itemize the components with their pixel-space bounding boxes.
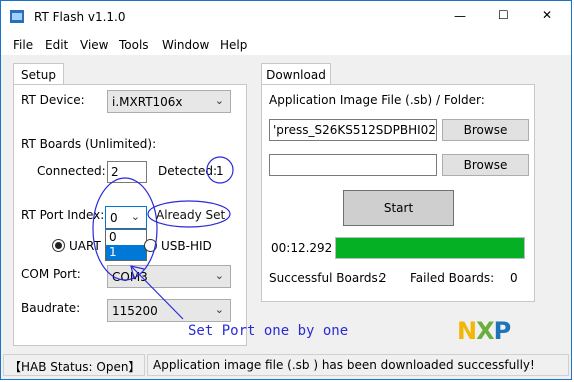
progress-fill — [336, 238, 524, 258]
hab-status: 【HAB Status: Open】 — [3, 354, 145, 376]
failed-value: 0 — [510, 271, 518, 285]
rt-boards-label: RT Boards (Unlimited): — [21, 137, 157, 151]
already-set-annotation: Already Set — [156, 208, 226, 222]
uart-radio[interactable] — [52, 239, 65, 252]
baudrate-value: 115200 — [112, 304, 158, 318]
baudrate-select[interactable]: 115200 ⌄ — [107, 299, 231, 322]
port-index-option[interactable]: 1 — [106, 245, 146, 260]
port-index-select[interactable]: 0 ⌄ — [105, 206, 147, 229]
title-bar: RT Flash v1.1.0 — ☐ ✕ — [1, 1, 571, 33]
port-index-label: RT Port Index: — [21, 208, 105, 222]
tab-setup[interactable]: Setup — [13, 63, 64, 85]
second-path-input[interactable] — [269, 154, 437, 176]
status-message: Application image file (.sb ) has been d… — [147, 354, 569, 376]
chevron-down-icon: ⌄ — [214, 303, 224, 316]
failed-label: Failed Boards: — [410, 271, 495, 285]
successful-label: Successful Boards: — [269, 271, 382, 285]
menu-window[interactable]: Window — [162, 38, 209, 52]
com-port-value: COM3 — [112, 270, 148, 284]
chevron-down-icon: ⌄ — [214, 94, 224, 107]
start-button[interactable]: Start — [343, 190, 454, 226]
app-icon — [10, 10, 24, 23]
close-button[interactable]: ✕ — [542, 8, 552, 22]
port-index-value: 0 — [110, 211, 118, 225]
com-port-label: COM Port: — [21, 267, 81, 281]
menu-help[interactable]: Help — [220, 38, 247, 52]
window-title: RT Flash v1.1.0 — [34, 10, 126, 24]
rt-device-label: RT Device: — [21, 93, 85, 107]
menu-edit[interactable]: Edit — [45, 38, 68, 52]
detected-label: Detected: — [158, 164, 218, 178]
baudrate-label: Baudrate: — [21, 301, 81, 315]
chevron-down-icon: ⌄ — [130, 210, 140, 223]
rt-device-value: i.MXRT106x — [112, 95, 183, 109]
app-window: RT Flash v1.1.0 — ☐ ✕ File Edit View Too… — [0, 0, 572, 380]
menu-tools[interactable]: Tools — [119, 38, 149, 52]
browse-image-button[interactable]: Browse — [442, 119, 529, 141]
port-index-option[interactable]: 0 — [106, 230, 146, 245]
detected-value: 1 — [216, 164, 224, 178]
usb-hid-radio[interactable] — [144, 239, 157, 252]
nxp-logo: NXP — [457, 317, 511, 345]
successful-value: 2 — [379, 271, 387, 285]
menu-bar: File Edit View Tools Window Help — [1, 33, 571, 55]
usb-hid-label: USB-HID — [161, 239, 212, 253]
com-port-select[interactable]: COM3 ⌄ — [107, 265, 231, 288]
connected-input[interactable]: 2 — [107, 161, 147, 183]
browse-folder-button[interactable]: Browse — [442, 154, 529, 176]
tab-download[interactable]: Download — [261, 63, 331, 85]
chevron-down-icon: ⌄ — [214, 269, 224, 282]
app-image-label: Application Image File (.sb) / Folder: — [269, 93, 485, 107]
connected-label: Connected: — [37, 164, 106, 178]
menu-file[interactable]: File — [13, 38, 33, 52]
minimize-button[interactable]: — — [454, 9, 466, 23]
maximize-button[interactable]: ☐ — [498, 8, 509, 22]
menu-view[interactable]: View — [80, 38, 108, 52]
rt-device-select[interactable]: i.MXRT106x ⌄ — [107, 90, 231, 113]
app-image-path[interactable]: 'press_S26KS512SDPBHI020.sb — [269, 119, 437, 141]
uart-label: UART — [69, 239, 101, 253]
elapsed-time: 00:12.292 — [271, 241, 333, 255]
set-port-annotation: Set Port one by one — [188, 323, 349, 339]
port-index-dropdown: 0 1 — [105, 229, 147, 261]
download-progress-bar — [335, 237, 525, 259]
